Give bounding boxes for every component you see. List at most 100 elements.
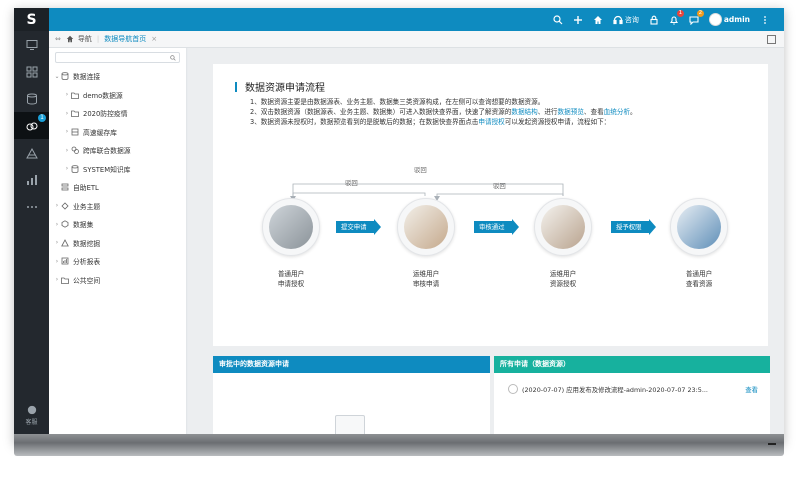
tree-expand-arrow[interactable]: ⌄ [53, 73, 61, 80]
tree-item[interactable]: › 公共空间 [49, 271, 186, 290]
instruction-line: 2、双击数据资源（数据源表、业务主题、数据集）可进入数据快查界面，快速了解资源的… [250, 107, 637, 117]
folder-icon [61, 277, 69, 284]
tree-item[interactable]: › 数据挖掘 [49, 234, 186, 253]
rail-monitor-button[interactable] [14, 31, 49, 58]
tree-item[interactable]: › 数据集 [49, 215, 186, 234]
message-button[interactable]: 2 [689, 9, 704, 25]
tree-expand-arrow[interactable]: › [53, 202, 61, 209]
tree-item[interactable]: › 业务主题 [49, 197, 186, 216]
rail-mining-button[interactable] [14, 139, 49, 166]
consult-button[interactable]: 咨询 [613, 15, 639, 25]
search-button[interactable] [553, 14, 563, 25]
home-icon [593, 15, 602, 24]
rail-more-button[interactable] [14, 193, 49, 220]
rail-resource-button[interactable]: 1 [14, 112, 49, 139]
instruction-text: 1、数据资源主要是由数据源表、业务主题、数据集三类资源构成，在左侧可以查询想要的… [250, 98, 545, 106]
tree-item-label: 数据挖掘 [73, 239, 101, 248]
username: admin [723, 15, 750, 24]
node-role: 运维用户 [549, 270, 577, 278]
flow-node-label-grant: 运维用户 资源授权 [533, 269, 593, 289]
instruction-link[interactable]: 申请授权 [478, 118, 504, 126]
reject-label-2: 驳回 [493, 182, 506, 190]
rail-support-button[interactable]: 客服 [14, 405, 49, 426]
rail-report-button[interactable] [14, 166, 49, 193]
monitor-icon [26, 39, 37, 50]
bar-chart-icon [26, 174, 37, 185]
instruction-text: 、查看 [583, 108, 604, 116]
grid-icon [26, 66, 37, 77]
tree-item[interactable]: › 分析报表 [49, 252, 186, 271]
node-action: 审核申请 [412, 280, 440, 288]
list-item[interactable]: (2020-07-07) 应用发布及修改流程-admin-2020-07-07 … [508, 384, 758, 394]
avatar [508, 384, 518, 394]
folder-icon [71, 110, 79, 118]
instruction-link[interactable]: 数据预览 [558, 108, 584, 116]
more-menu-button[interactable] [760, 15, 770, 25]
tree-search-input[interactable] [55, 52, 180, 63]
tree-item-label: SYSTEM知识库 [83, 165, 131, 174]
rail-grid-button[interactable] [14, 58, 49, 85]
database-icon [26, 93, 37, 105]
user-menu[interactable]: admin [708, 13, 750, 26]
instruction-link[interactable]: 血统分析 [604, 108, 630, 116]
instruction-text: 可以发起资源授权申请，流程如下： [504, 118, 611, 126]
nav-crumb[interactable]: 导航 [66, 34, 92, 44]
tree-expand-arrow[interactable]: › [63, 147, 71, 154]
flow-arrow-submit: 提交申请 [336, 219, 381, 235]
fullscreen-button[interactable] [767, 35, 776, 44]
bezel-dash [768, 443, 776, 445]
tree-expand-arrow[interactable]: › [53, 276, 61, 283]
dataset-icon [61, 220, 69, 228]
title-text: 数据资源申请流程 [245, 83, 325, 94]
vertical-dots-icon [764, 15, 766, 24]
tree-item[interactable]: › 跨库联合数据源 [49, 141, 186, 160]
all-requests-panel: 所有申请（数据资源） (2020-07-07) 应用发布及修改流程-admin-… [494, 356, 770, 444]
tree-item[interactable]: › 高速缓存库 [49, 123, 186, 142]
reject-label-outer: 驳回 [414, 166, 427, 174]
menu-toggle-icon[interactable]: ⇔ [55, 35, 61, 43]
add-button[interactable] [573, 15, 583, 25]
notification-button[interactable]: 1 [669, 9, 684, 25]
tree-item-label: 数据集 [73, 221, 94, 230]
lock-button[interactable] [649, 15, 659, 25]
tree-item[interactable]: › SYSTEM知识库 [49, 160, 186, 179]
tree-item-label: 公共空间 [73, 276, 101, 285]
tree-item-label: 分析报表 [73, 258, 101, 267]
tree-expand-arrow[interactable]: › [63, 128, 71, 135]
tree-expand-arrow[interactable]: › [53, 221, 61, 228]
cache-icon [71, 128, 79, 136]
tree-item-label: 高速缓存库 [83, 128, 117, 137]
tree-expand-arrow[interactable]: › [63, 91, 71, 98]
reject-line-outer [292, 183, 564, 196]
view-link[interactable]: 查看 [745, 385, 758, 394]
instruction-text: 2、双击数据资源（数据源表、业务主题、数据集）可进入数据快查界面，快速了解资源的 [250, 108, 512, 116]
tab-data-nav-home[interactable]: 数据导航首页 × [104, 34, 157, 44]
tree-item[interactable]: ⌄ 数据连接 [49, 67, 186, 86]
tab-close-icon[interactable]: × [151, 35, 157, 43]
flow-node-apply [262, 198, 320, 256]
tab-divider: | [96, 35, 100, 43]
message-badge: 2 [696, 9, 704, 17]
rail-database-button[interactable] [14, 85, 49, 112]
tree-item[interactable]: 自助ETL [49, 178, 186, 197]
node-role: 普通用户 [277, 270, 305, 278]
topic-icon [61, 202, 69, 210]
headset-icon [613, 15, 623, 24]
instruction-link[interactable]: 数据结构 [511, 108, 537, 116]
tree-item[interactable]: › demo数据源 [49, 86, 186, 105]
flow-node-view [670, 198, 728, 256]
tree-expand-arrow[interactable]: › [63, 165, 71, 172]
tree-expand-arrow[interactable]: › [53, 239, 61, 246]
left-rail: S 1 客服 [14, 8, 49, 444]
review-photo-icon [404, 205, 448, 249]
search-icon [170, 55, 176, 61]
tree-expand-arrow[interactable]: › [63, 110, 71, 117]
home-button[interactable] [593, 15, 603, 25]
headset-icon [27, 405, 36, 415]
node-role: 普通用户 [685, 270, 713, 278]
process-card: 数据资源申请流程 1、数据资源主要是由数据源表、业务主题、数据集三类资源构成，在… [213, 64, 768, 346]
tree-expand-arrow[interactable]: › [53, 258, 61, 265]
app-window: S 1 客服 咨询 1 2 admin ⇔ 导航 | 数据导航首页 × ⌄ 数据… [14, 8, 784, 444]
tree-item-label: 2020防控疫情 [83, 110, 128, 119]
tree-item[interactable]: › 2020防控疫情 [49, 104, 186, 123]
